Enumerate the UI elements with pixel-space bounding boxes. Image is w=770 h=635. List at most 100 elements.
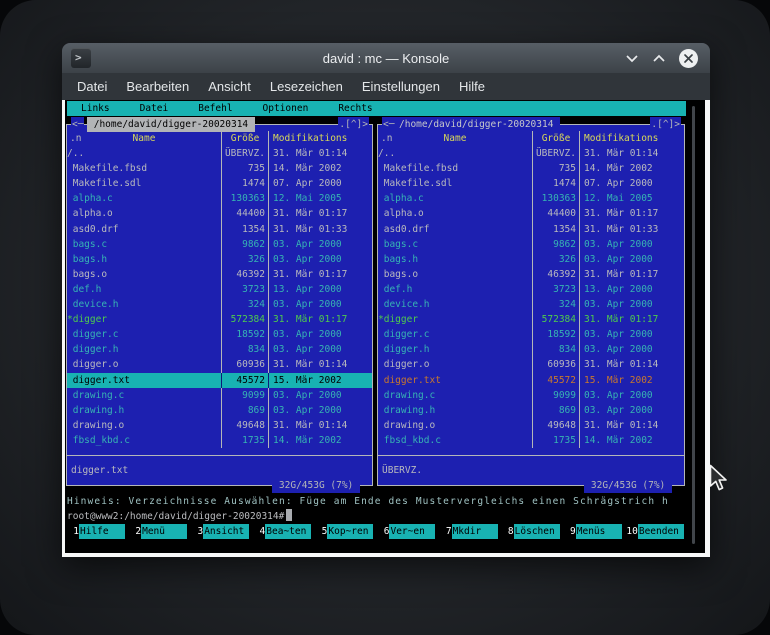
- file-size: 735: [247, 163, 265, 175]
- fnkey-7[interactable]: 7 Mkdir: [440, 524, 502, 539]
- file-row-digger.o[interactable]: digger.o 60936 31. Mär 01:14: [67, 357, 372, 373]
- file-row-bags.h[interactable]: bags.h 326 03. Apr 2000: [378, 251, 684, 267]
- file-row-def.h[interactable]: def.h 3723 13. Apr 2000: [67, 281, 372, 298]
- file-row-digger.h[interactable]: digger.h 834 03. Apr 2000: [378, 342, 684, 358]
- mc-menu-links[interactable]: Links: [81, 101, 110, 116]
- file-mtime: 13. Apr 2000: [584, 283, 653, 295]
- file-row-Makefile.sdl[interactable]: Makefile.sdl 1474 07. Apr 2000: [67, 176, 372, 192]
- file-row-alpha.o[interactable]: alpha.o 44400 31. Mär 01:17: [67, 206, 372, 222]
- close-button[interactable]: [679, 48, 698, 68]
- fnkey-label[interactable]: Löschen: [513, 524, 560, 539]
- panel-right-resize-corner[interactable]: .[^]>: [650, 117, 681, 132]
- fnkey-label[interactable]: Hilfe: [79, 524, 125, 539]
- file-row-digger[interactable]: *digger 572384 31. Mär 01:17: [67, 312, 372, 328]
- mc-menu-optionen[interactable]: Optionen: [263, 101, 309, 116]
- file-row-digger[interactable]: *digger 572384 31. Mär 01:17: [378, 312, 684, 328]
- fnkey-label[interactable]: Beenden: [637, 524, 684, 539]
- file-row-device.h[interactable]: device.h 324 03. Apr 2000: [378, 297, 684, 313]
- menu-lesezeichen[interactable]: Lesezeichen: [265, 77, 348, 96]
- file-row-drawing.o[interactable]: drawing.o 49648 31. Mär 01:14: [67, 417, 372, 433]
- fnkey-6[interactable]: 6 Ver~en: [377, 524, 439, 539]
- file-row-digger.h[interactable]: digger.h 834 03. Apr 2000: [67, 342, 372, 358]
- panel-right-column-headers[interactable]: .n Name Größe Modifikations: [378, 131, 684, 147]
- file-row-Makefile.fbsd[interactable]: Makefile.fbsd 735 14. Mär 2002: [378, 161, 684, 177]
- file-row-Makefile.sdl[interactable]: Makefile.sdl 1474 07. Apr 2000: [378, 176, 684, 192]
- file-row-digger.txt[interactable]: digger.txt 45572 15. Mär 2002: [378, 372, 684, 388]
- fnkey-9[interactable]: 9 Menüs: [564, 524, 626, 539]
- file-size: 1354: [553, 223, 576, 235]
- file-row-device.h[interactable]: device.h 324 03. Apr 2000: [67, 297, 372, 313]
- header-mtime[interactable]: Modifikations: [580, 131, 684, 146]
- file-name: bags.h: [378, 253, 419, 265]
- header-size[interactable]: Größe: [222, 131, 268, 146]
- file-row-bags.o[interactable]: bags.o 46392 31. Mär 01:17: [378, 266, 684, 282]
- panel-right-path[interactable]: /home/david/digger-20020314: [398, 117, 561, 132]
- fnkey-number: 1: [73, 526, 79, 537]
- mc-menu-rechts[interactable]: Rechts: [338, 101, 372, 116]
- mc-menu-befehl[interactable]: Befehl: [198, 101, 232, 116]
- maximize-icon[interactable]: [652, 54, 666, 63]
- file-mtime: 12. Mai 2005: [273, 193, 342, 205]
- file-row-drawing.c[interactable]: drawing.c 9099 03. Apr 2000: [378, 387, 684, 403]
- fnkey-4[interactable]: 4 Bea~ten: [253, 524, 315, 539]
- fnkey-5[interactable]: 5 Kop~ren: [315, 524, 377, 539]
- menu-datei[interactable]: Datei: [72, 77, 112, 96]
- fnkey-3[interactable]: 3 Ansicht: [191, 524, 253, 539]
- file-row-digger.c[interactable]: digger.c 18592 03. Apr 2000: [378, 327, 684, 343]
- fnkey-label[interactable]: Kop~ren: [327, 524, 374, 539]
- fnkey-2[interactable]: 2 Menü: [129, 524, 191, 539]
- fnkey-label[interactable]: Mkdir: [451, 524, 498, 539]
- panel-left-column-headers[interactable]: .n Name Größe Modifikations: [67, 131, 372, 147]
- file-row-digger.c[interactable]: digger.c 18592 03. Apr 2000: [67, 327, 372, 343]
- header-name[interactable]: Name: [133, 133, 156, 144]
- file-row-drawing.h[interactable]: drawing.h 869 03. Apr 2000: [378, 402, 684, 418]
- fnkey-label[interactable]: Menü: [141, 524, 188, 539]
- file-row-asd0.drf[interactable]: asd0.drf 1354 31. Mär 01:33: [378, 221, 684, 237]
- mc-menu-datei[interactable]: Datei: [140, 101, 169, 116]
- terminal-scrollbar[interactable]: [692, 106, 695, 544]
- file-row-digger.o[interactable]: digger.o 60936 31. Mär 01:14: [378, 357, 684, 373]
- fnkey-label[interactable]: Menüs: [575, 524, 622, 539]
- file-row-..[interactable]: /.. ÜBERVZ. 31. Mär 01:14: [378, 146, 684, 162]
- file-row-fbsd_kbd.c[interactable]: fbsd_kbd.c 1735 14. Mär 2002: [378, 432, 684, 448]
- file-row-bags.c[interactable]: bags.c 9862 03. Apr 2000: [67, 236, 372, 252]
- file-mtime: 14. Mär 2002: [273, 163, 342, 175]
- file-row-..[interactable]: /.. ÜBERVZ. 31. Mär 01:14: [67, 146, 372, 162]
- file-row-alpha.o[interactable]: alpha.o 44400 31. Mär 01:17: [378, 206, 684, 222]
- file-row-Makefile.fbsd[interactable]: Makefile.fbsd 735 14. Mär 2002: [67, 161, 372, 177]
- fnkey-8[interactable]: 8 Löschen: [502, 524, 564, 539]
- function-key-bar: 1 Hilfe 2 Menü 3 Ansicht 4 Bea~ten 5 Kop~ren 6 Ver~…: [67, 524, 688, 539]
- menu-einstellungen[interactable]: Einstellungen: [357, 77, 445, 96]
- file-row-asd0.drf[interactable]: asd0.drf 1354 31. Mär 01:33: [67, 221, 372, 237]
- file-row-digger.txt[interactable]: digger.txt 45572 15. Mär 2002: [67, 372, 372, 388]
- file-row-drawing.c[interactable]: drawing.c 9099 03. Apr 2000: [67, 387, 372, 403]
- menu-hilfe[interactable]: Hilfe: [454, 77, 490, 96]
- fnkey-label[interactable]: Bea~ten: [265, 524, 312, 539]
- file-row-bags.o[interactable]: bags.o 46392 31. Mär 01:17: [67, 266, 372, 282]
- titlebar[interactable]: > david : mc — Konsole: [62, 43, 710, 73]
- fnkey-label[interactable]: Ansicht: [203, 524, 250, 539]
- panel-left-resize-corner[interactable]: .[^]>: [338, 117, 369, 132]
- file-row-alpha.c[interactable]: alpha.c 130363 12. Mai 2005: [378, 191, 684, 207]
- panel-left-status: digger.txt: [71, 465, 129, 477]
- header-mtime[interactable]: Modifikations: [269, 131, 372, 146]
- panel-left-collapse-arrow[interactable]: <─: [71, 117, 85, 132]
- file-row-bags.h[interactable]: bags.h 326 03. Apr 2000: [67, 251, 372, 267]
- menu-bearbeiten[interactable]: Bearbeiten: [121, 77, 194, 96]
- minimize-icon[interactable]: [625, 54, 639, 63]
- file-row-def.h[interactable]: def.h 3723 13. Apr 2000: [378, 281, 684, 298]
- file-row-bags.c[interactable]: bags.c 9862 03. Apr 2000: [378, 236, 684, 252]
- file-name: *digger: [67, 314, 108, 326]
- command-line[interactable]: root@www2:/home/david/digger-20020314#: [67, 509, 293, 524]
- fnkey-10[interactable]: 10 Beenden: [626, 524, 688, 539]
- fnkey-label[interactable]: Ver~en: [389, 524, 436, 539]
- file-row-drawing.h[interactable]: drawing.h 869 03. Apr 2000: [67, 402, 372, 418]
- file-row-alpha.c[interactable]: alpha.c 130363 12. Mai 2005: [67, 191, 372, 207]
- panel-left-path[interactable]: /home/david/digger-20020314: [87, 117, 255, 132]
- menu-ansicht[interactable]: Ansicht: [203, 77, 256, 96]
- fnkey-1[interactable]: 1 Hilfe: [67, 524, 129, 539]
- file-row-drawing.o[interactable]: drawing.o 49648 31. Mär 01:14: [378, 417, 684, 433]
- file-row-fbsd_kbd.c[interactable]: fbsd_kbd.c 1735 14. Mär 2002: [67, 432, 372, 448]
- header-name[interactable]: Name: [444, 133, 467, 144]
- header-size[interactable]: Größe: [533, 131, 579, 146]
